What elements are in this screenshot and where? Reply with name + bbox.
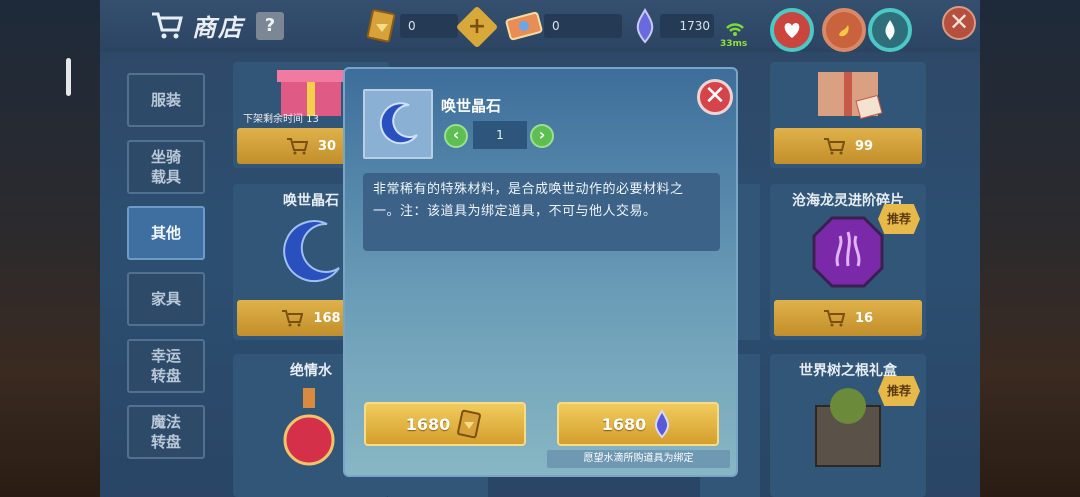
gold-bar-icon [366, 9, 396, 43]
side-drag-handle[interactable] [66, 58, 71, 96]
item-preview [363, 89, 433, 159]
water-status-icon [885, 20, 895, 40]
product-card-world-tree[interactable]: 世界树之根礼盒 推荐 [770, 354, 926, 497]
gold-price-text: 1680 [405, 414, 451, 434]
potion-bottle-icon [283, 388, 335, 466]
ticket-currency-value: 0 [544, 14, 622, 38]
tab-magic-wheel[interactable]: 魔法 转盘 [127, 405, 205, 459]
heart-icon [784, 23, 800, 38]
health-status[interactable] [770, 8, 814, 52]
quantity-increase-button[interactable]: › [530, 124, 554, 148]
quantity-field[interactable]: 1 [473, 121, 527, 149]
buy-dragon-fragment-button[interactable]: 16 [774, 300, 922, 336]
cart-icon [823, 138, 845, 155]
tab-lucky-wheel[interactable]: 幸运 转盘 [127, 339, 205, 393]
product-card-dragon-fragment[interactable]: 沧海龙灵进阶碎片 推荐 16 [770, 184, 926, 340]
hunger-status[interactable] [822, 8, 866, 52]
ping-text: 33ms [720, 39, 748, 49]
background-scenery-right [980, 0, 1080, 497]
help-button[interactable]: ? [256, 12, 284, 40]
timer-text: 下架剩余时间 13 [243, 114, 319, 125]
background-scenery-left [0, 0, 100, 497]
cart-icon [286, 138, 308, 155]
buy-with-water-button[interactable]: 1680 [557, 402, 719, 446]
world-tree-box-icon [815, 388, 881, 467]
water-drop-icon [636, 8, 654, 44]
binding-note: 愿望水滴所购道具为绑定 [547, 450, 730, 468]
price-text: 16 [854, 310, 874, 326]
tab-mounts[interactable]: 坐骑 载具 [127, 140, 205, 194]
product-card-gift-box-right[interactable]: 99 [770, 62, 926, 168]
item-description: 非常稀有的特殊材料，是合成唤世动作的必要材料之一。注：该道具为绑定道具，不可与他… [363, 173, 720, 251]
cart-icon [282, 310, 304, 327]
tab-clothing[interactable]: 服装 [127, 73, 205, 127]
gold-currency-value: 0 [400, 14, 458, 38]
cart-icon [152, 12, 183, 39]
tab-other[interactable]: 其他 [127, 206, 205, 260]
crescent-crystal-icon [379, 102, 418, 145]
thirst-status[interactable] [868, 8, 912, 52]
close-dialog-button[interactable]: ✕ [697, 79, 733, 115]
quantity-decrease-button[interactable]: ‹ [444, 124, 468, 148]
water-price-text: 1680 [601, 414, 647, 434]
price-text: 30 [317, 138, 337, 154]
buy-gift-box-right-button[interactable]: 99 [774, 128, 922, 164]
tab-furniture[interactable]: 家具 [127, 272, 205, 326]
price-text: 99 [854, 138, 874, 154]
price-text: 168 [313, 310, 341, 326]
close-shop-button[interactable]: ✕ [942, 6, 976, 40]
water-drop-icon [655, 409, 670, 439]
buy-with-gold-button[interactable]: 1680 [364, 402, 526, 446]
ticket-icon [505, 11, 543, 41]
plus-icon: + [467, 14, 487, 39]
food-icon [839, 25, 849, 37]
gold-bar-icon [457, 409, 482, 439]
page-title: 商店 [192, 14, 244, 42]
purple-gem-icon [812, 216, 884, 288]
gift-box-icon [818, 72, 883, 120]
item-purchase-dialog: 唤世晶石 ‹ 1 › ✕ 非常稀有的特殊材料，是合成唤世动作的必要材料之一。注：… [343, 67, 738, 477]
water-currency-value: 1730 [660, 14, 714, 38]
shop-header: 商店 ? 0 + 0 1730 33ms ✕ [100, 0, 980, 52]
signal-icon [726, 23, 744, 36]
crescent-crystal-icon [283, 220, 340, 283]
item-name: 唤世晶石 [441, 97, 502, 115]
cart-icon [823, 310, 845, 327]
